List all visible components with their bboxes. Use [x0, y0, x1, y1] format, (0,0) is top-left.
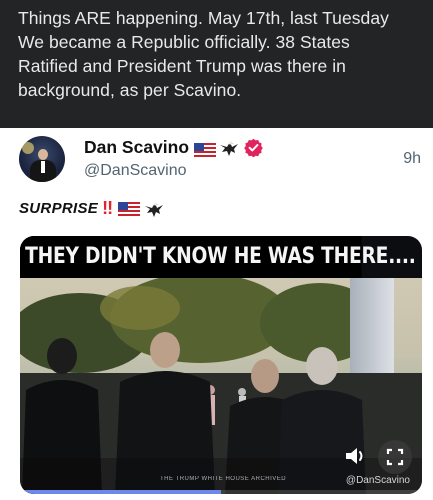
caption-text: Things ARE happening. May 17th, last Tue…: [18, 6, 417, 102]
tweet-text: SURPRISE !!: [19, 198, 164, 219]
avatar[interactable]: [19, 136, 65, 182]
double-exclamation-icon: !!: [102, 198, 113, 218]
us-flag-icon: [118, 201, 141, 216]
tweet-text-word: SURPRISE: [19, 200, 99, 217]
video-progress-fill: [20, 490, 221, 494]
display-name[interactable]: Dan Scavino: [84, 137, 189, 158]
seal-icon: [22, 142, 34, 154]
caption-bar: Things ARE happening. May 17th, last Tue…: [0, 0, 433, 128]
caption-line: We became a Republic officially. 38 Stat…: [18, 32, 350, 52]
eagle-icon: [219, 139, 239, 157]
fullscreen-icon[interactable]: [378, 440, 412, 474]
caption-line: background, as per Scavino.: [18, 80, 242, 100]
avatar-figure-tie: [41, 161, 45, 173]
verified-badge-icon: [244, 138, 263, 158]
us-flag-icon: [194, 141, 217, 157]
timestamp[interactable]: 9h: [403, 150, 421, 168]
sound-icon[interactable]: [342, 442, 370, 470]
video-headline: THEY DIDN'T KNOW HE WAS THERE....: [20, 236, 416, 278]
video-source-label: THE TRUMP WHITE HOUSE ARCHIVED: [160, 476, 287, 482]
video-player[interactable]: THEY DIDN'T KNOW HE WAS THERE.... THE TR…: [20, 236, 422, 494]
caption-line: Ratified and President Trump was there i…: [18, 56, 346, 76]
eagle-icon: [144, 200, 164, 218]
display-name-row[interactable]: Dan Scavino: [84, 137, 263, 158]
avatar-figure-head: [38, 149, 48, 160]
tweet-card[interactable]: Dan Scavino @DanScavino 9h SURPRISE !! T…: [0, 128, 433, 500]
video-watermark: @DanScavino: [345, 475, 410, 486]
user-handle[interactable]: @DanScavino: [84, 162, 187, 180]
caption-line: Things ARE happening. May 17th, last Tue…: [18, 8, 389, 28]
video-progress-bar[interactable]: [20, 490, 422, 494]
